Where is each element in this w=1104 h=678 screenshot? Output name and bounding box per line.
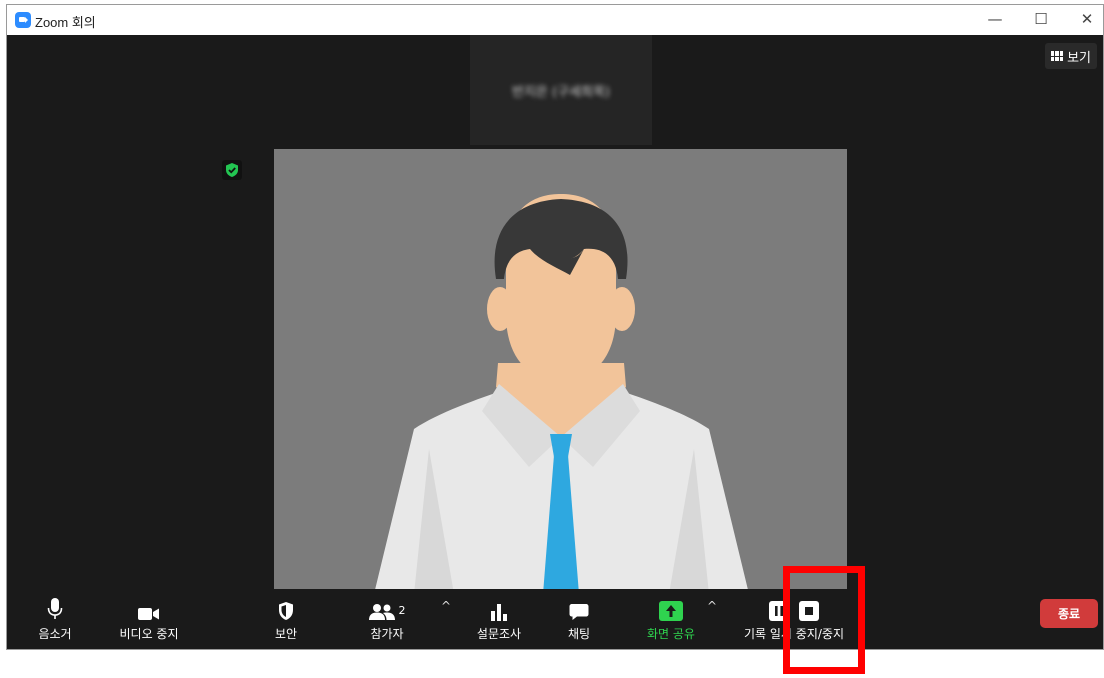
view-button[interactable]: 보기 bbox=[1045, 43, 1097, 69]
maximize-button[interactable]: ☐ bbox=[1021, 10, 1061, 30]
share-screen-label: 화면 공유 bbox=[647, 627, 695, 641]
participants-button[interactable]: 2 참가자 bbox=[359, 595, 415, 642]
chat-button[interactable]: 채팅 bbox=[557, 595, 601, 642]
mute-button[interactable]: 음소거 bbox=[33, 595, 77, 642]
security-label: 보안 bbox=[274, 627, 298, 641]
polls-chart-icon bbox=[491, 604, 507, 621]
chat-label: 채팅 bbox=[567, 627, 591, 641]
mute-label: 음소거 bbox=[38, 627, 72, 641]
participants-options-caret[interactable]: ^ bbox=[441, 599, 451, 613]
participants-count: 2 bbox=[398, 604, 406, 617]
end-meeting-button[interactable]: 종료 bbox=[1040, 599, 1098, 628]
zoom-meeting-window: Zoom 회의 — ☐ ✕ 반지은 (구세희목) 보기 음소거 비디오 중지 보… bbox=[6, 4, 1104, 650]
speaker-name: 반지은 (구세희목) bbox=[512, 85, 610, 100]
security-button[interactable]: 보안 bbox=[269, 595, 303, 642]
chat-bubble-icon bbox=[569, 604, 589, 620]
gallery-view-icon bbox=[1051, 51, 1064, 61]
microphone-icon bbox=[47, 598, 63, 619]
minimize-button[interactable]: — bbox=[975, 10, 1015, 30]
share-screen-button[interactable]: 화면 공유 bbox=[641, 595, 701, 642]
window-title: Zoom 회의 bbox=[35, 15, 96, 30]
zoom-logo-icon bbox=[15, 12, 31, 28]
view-label: 보기 bbox=[1067, 50, 1091, 66]
encryption-shield-icon[interactable] bbox=[222, 160, 242, 180]
participants-icon bbox=[368, 604, 395, 620]
title-bar: Zoom 회의 — ☐ ✕ bbox=[7, 5, 1103, 35]
avatar-illustration bbox=[274, 149, 847, 594]
meeting-stage: 반지은 (구세희목) 보기 음소거 비디오 중지 보안 2 참가자 ^ 설문조사… bbox=[7, 35, 1103, 649]
security-shield-icon bbox=[279, 602, 293, 620]
polls-label: 설문조사 bbox=[476, 627, 522, 641]
video-camera-icon bbox=[138, 608, 159, 620]
active-speaker-thumbnail[interactable]: 반지은 (구세희목) bbox=[470, 35, 652, 145]
stop-recording-highlight-box bbox=[783, 566, 865, 674]
close-button[interactable]: ✕ bbox=[1067, 10, 1103, 30]
stop-video-label: 비디오 중지 bbox=[119, 627, 179, 641]
participants-label: 참가자 bbox=[370, 627, 404, 641]
stop-video-button[interactable]: 비디오 중지 bbox=[111, 595, 187, 642]
polls-button[interactable]: 설문조사 bbox=[473, 595, 525, 642]
share-screen-arrow-icon bbox=[659, 601, 683, 621]
participant-video bbox=[274, 149, 847, 594]
share-options-caret[interactable]: ^ bbox=[707, 599, 717, 613]
meeting-toolbar: 음소거 비디오 중지 보안 2 참가자 ^ 설문조사 채팅 화면 공유 ^ 기록… bbox=[7, 589, 1103, 649]
